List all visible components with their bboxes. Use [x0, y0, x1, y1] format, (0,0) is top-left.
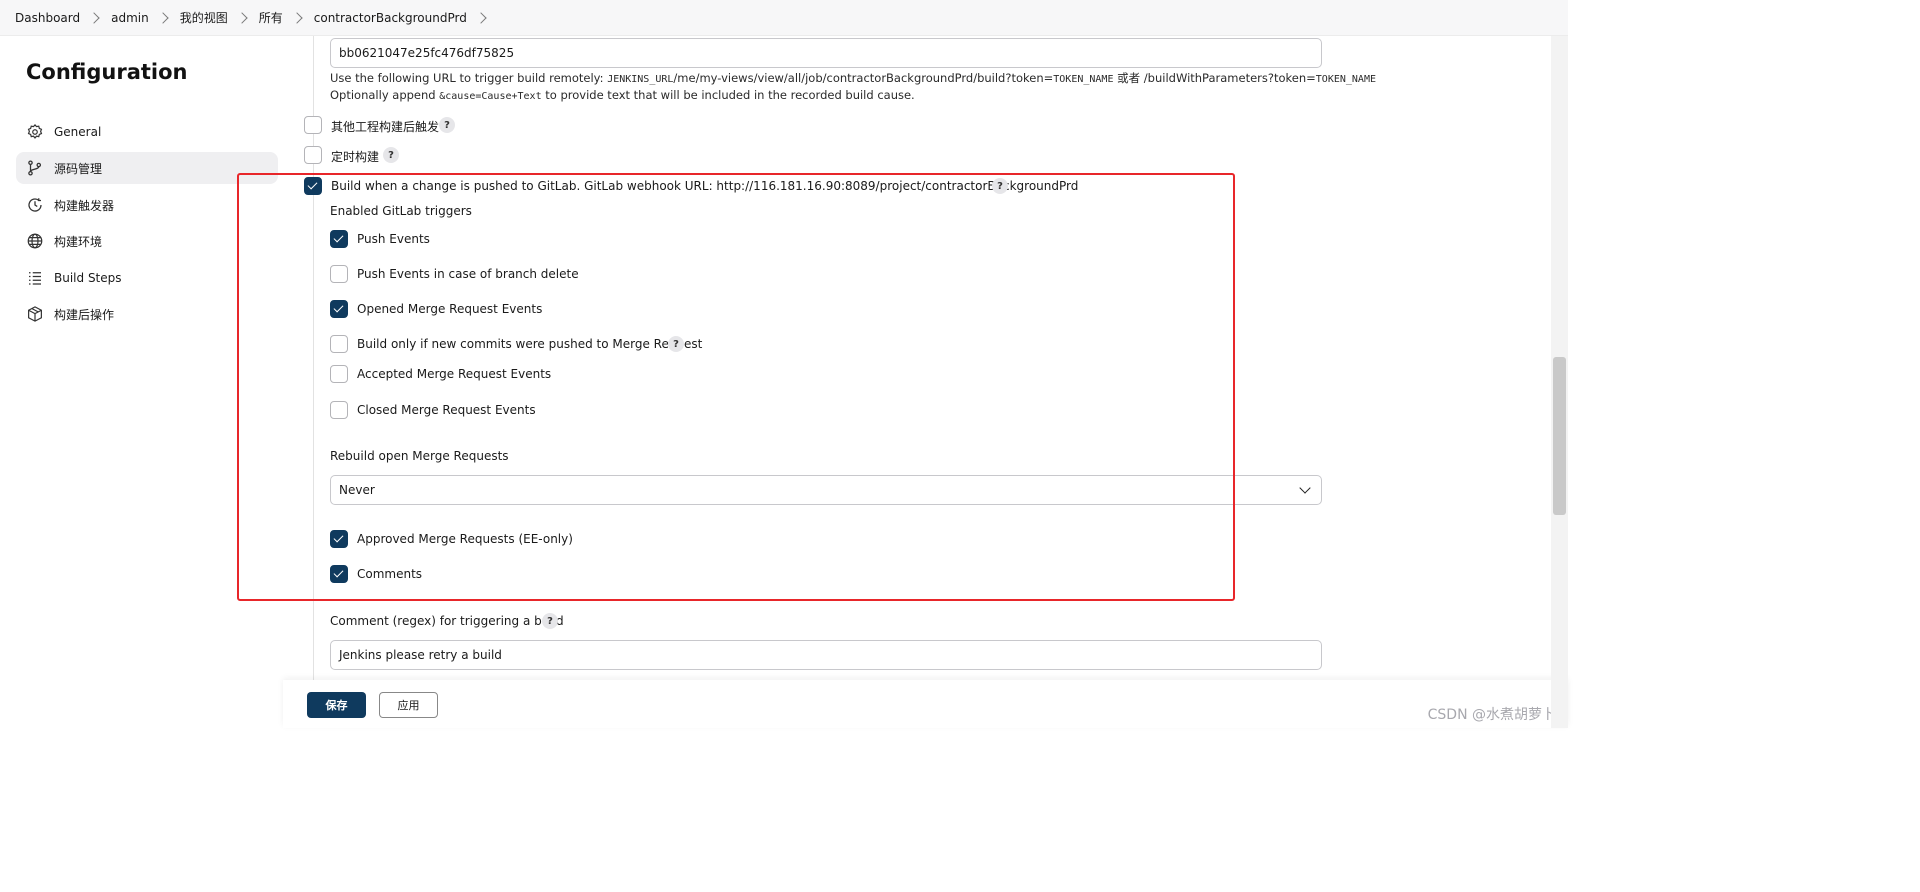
- comments-label: Comments: [357, 567, 423, 581]
- sidebar-item-label: 构建后操作: [54, 307, 115, 322]
- token-input[interactable]: bb0621047e25fc476df75825: [330, 38, 1322, 68]
- chevron-right-icon: [236, 11, 248, 24]
- chevron-right-icon: [291, 11, 303, 24]
- chevron-right-icon[interactable]: [475, 11, 487, 24]
- build-new-commits-mr-checkbox[interactable]: [330, 335, 348, 353]
- clock-icon: [26, 196, 44, 214]
- closed-mr-events-checkbox[interactable]: [330, 401, 348, 419]
- push-events-checkbox[interactable]: [330, 230, 348, 248]
- help-icon[interactable]: ?: [383, 147, 399, 163]
- rebuild-open-mr-heading: Rebuild open Merge Requests: [330, 449, 509, 463]
- save-button[interactable]: 保存: [307, 692, 366, 718]
- sidebar-item-label: 构建触发器: [54, 198, 115, 213]
- cause-help: Optionally append &cause=Cause+Text to p…: [330, 88, 915, 102]
- list-icon: [26, 269, 44, 287]
- sidebar-item-build-triggers[interactable]: 构建触发器: [16, 189, 278, 221]
- sidebar-item-post-build[interactable]: 构建后操作: [16, 298, 278, 330]
- push-events-branch-delete-checkbox[interactable]: [330, 265, 348, 283]
- breadcrumb-all[interactable]: 所有: [259, 9, 283, 26]
- branch-icon: [26, 159, 44, 177]
- trigger-gitlab-push-label: Build when a change is pushed to GitLab.…: [331, 179, 1079, 193]
- trigger-gitlab-push-checkbox[interactable]: [304, 177, 322, 195]
- help-icon[interactable]: ?: [668, 336, 684, 352]
- chevron-right-icon: [157, 11, 169, 24]
- sidebar-item-label: 源码管理: [54, 161, 103, 176]
- comment-regex-heading: Comment (regex) for triggering a build: [330, 614, 564, 628]
- breadcrumb-job[interactable]: contractorBackgroundPrd: [314, 11, 467, 25]
- accepted-mr-events-label: Accepted Merge Request Events: [357, 367, 552, 381]
- sidebar-item-label: General: [54, 125, 102, 139]
- trigger-scheduled-checkbox[interactable]: [304, 146, 322, 164]
- chevron-right-icon: [88, 11, 100, 24]
- opened-mr-events-checkbox[interactable]: [330, 300, 348, 318]
- breadcrumb-my-views[interactable]: 我的视图: [180, 9, 228, 26]
- help-icon[interactable]: ?: [439, 117, 455, 133]
- sidebar-item-source-control[interactable]: 源码管理: [16, 152, 278, 184]
- globe-icon: [26, 232, 44, 250]
- help-icon[interactable]: ?: [542, 613, 558, 629]
- action-bar: [283, 680, 1568, 728]
- build-new-commits-mr-label: Build only if new commits were pushed to…: [357, 337, 703, 351]
- sidebar-item-general[interactable]: General: [16, 116, 278, 148]
- package-icon: [26, 305, 44, 323]
- trigger-after-other-projects-checkbox[interactable]: [304, 116, 322, 134]
- page-title: Configuration: [26, 60, 188, 84]
- rebuild-open-mr-select[interactable]: Never: [330, 475, 1322, 505]
- closed-mr-events-label: Closed Merge Request Events: [357, 403, 536, 417]
- approved-mr-checkbox[interactable]: [330, 530, 348, 548]
- remote-trigger-help: Use the following URL to trigger build r…: [330, 71, 1376, 85]
- help-icon[interactable]: ?: [992, 178, 1008, 194]
- breadcrumb-dashboard[interactable]: Dashboard: [15, 11, 80, 25]
- opened-mr-events-label: Opened Merge Request Events: [357, 302, 543, 316]
- comments-checkbox[interactable]: [330, 565, 348, 583]
- accepted-mr-events-checkbox[interactable]: [330, 365, 348, 383]
- gitlab-triggers-heading: Enabled GitLab triggers: [330, 204, 472, 218]
- sidebar-item-build-steps[interactable]: Build Steps: [16, 262, 278, 294]
- sidebar-item-label: 构建环境: [54, 234, 103, 249]
- push-events-label: Push Events: [357, 232, 430, 246]
- breadcrumb: Dashboard admin 我的视图 所有 contractorBackgr…: [0, 0, 1568, 36]
- scrollbar-thumb[interactable]: [1553, 357, 1566, 515]
- chevron-down-icon: [1299, 482, 1311, 494]
- breadcrumb-admin[interactable]: admin: [111, 11, 149, 25]
- watermark: CSDN @水煮胡萝卜: [1427, 707, 1556, 723]
- apply-button[interactable]: 应用: [379, 692, 438, 718]
- comment-regex-input[interactable]: Jenkins please retry a build: [330, 640, 1322, 670]
- push-events-branch-delete-label: Push Events in case of branch delete: [357, 267, 579, 281]
- sidebar-item-build-environment[interactable]: 构建环境: [16, 225, 278, 257]
- trigger-scheduled-label: 定时构建: [331, 150, 380, 164]
- gear-icon: [26, 123, 44, 141]
- rebuild-open-mr-value: Never: [339, 483, 375, 497]
- sidebar-item-label: Build Steps: [54, 271, 122, 285]
- approved-mr-label: Approved Merge Requests (EE-only): [357, 532, 573, 546]
- trigger-after-other-projects-label: 其他工程构建后触发: [331, 120, 440, 134]
